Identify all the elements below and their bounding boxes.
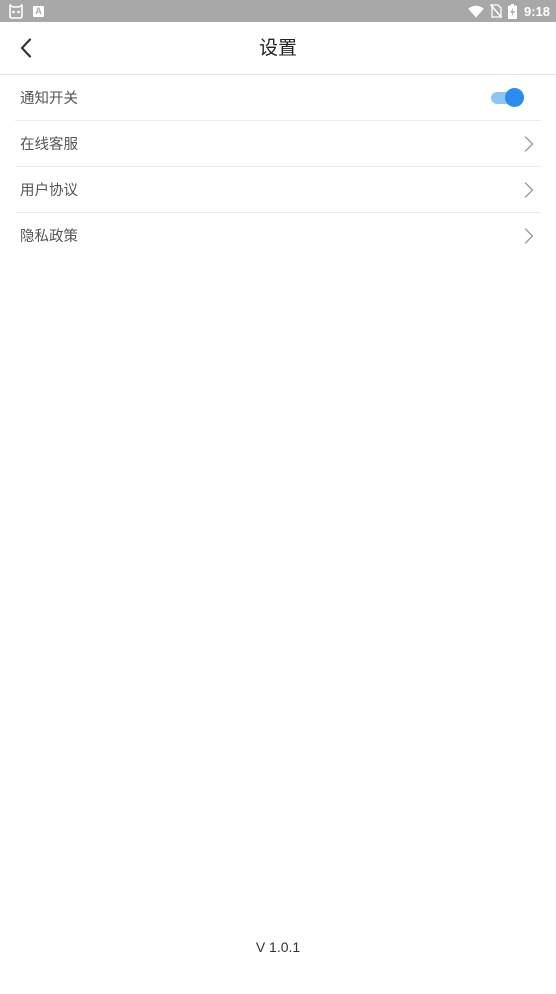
no-sim-icon [489,4,502,18]
settings-item-label: 用户协议 [20,183,78,199]
chevron-right-icon [524,181,534,198]
status-time: 9:18 [523,3,550,19]
status-left-icons: A [8,3,44,19]
status-bar: A 9:18 [0,0,556,22]
settings-item-privacy-policy[interactable]: 隐私政策 [15,213,541,258]
chevron-right-icon [524,227,534,244]
back-button[interactable] [12,34,40,62]
status-right-icons: 9:18 [468,0,550,22]
settings-item-label: 在线客服 [20,137,78,153]
debug-face-icon [8,3,24,19]
wifi-icon [468,5,484,18]
settings-list: 通知开关 在线客服 用户协议 隐私政策 [15,75,541,258]
app-version: V 1.0.1 [255,939,301,955]
chevron-right-icon [524,135,534,152]
toggle-knob [505,87,524,107]
a-notification-icon: A [33,5,44,17]
notification-toggle[interactable] [491,87,524,108]
settings-item-label: 通知开关 [20,91,78,107]
battery-charging-icon [507,3,517,19]
app-header: 设置 [0,22,556,75]
settings-item-user-agreement[interactable]: 用户协议 [15,167,541,213]
settings-item-notification-switch[interactable]: 通知开关 [15,75,541,121]
chevron-left-icon [19,38,33,58]
settings-item-online-service[interactable]: 在线客服 [15,121,541,167]
page-title: 设置 [258,37,297,59]
settings-item-label: 隐私政策 [20,229,78,245]
